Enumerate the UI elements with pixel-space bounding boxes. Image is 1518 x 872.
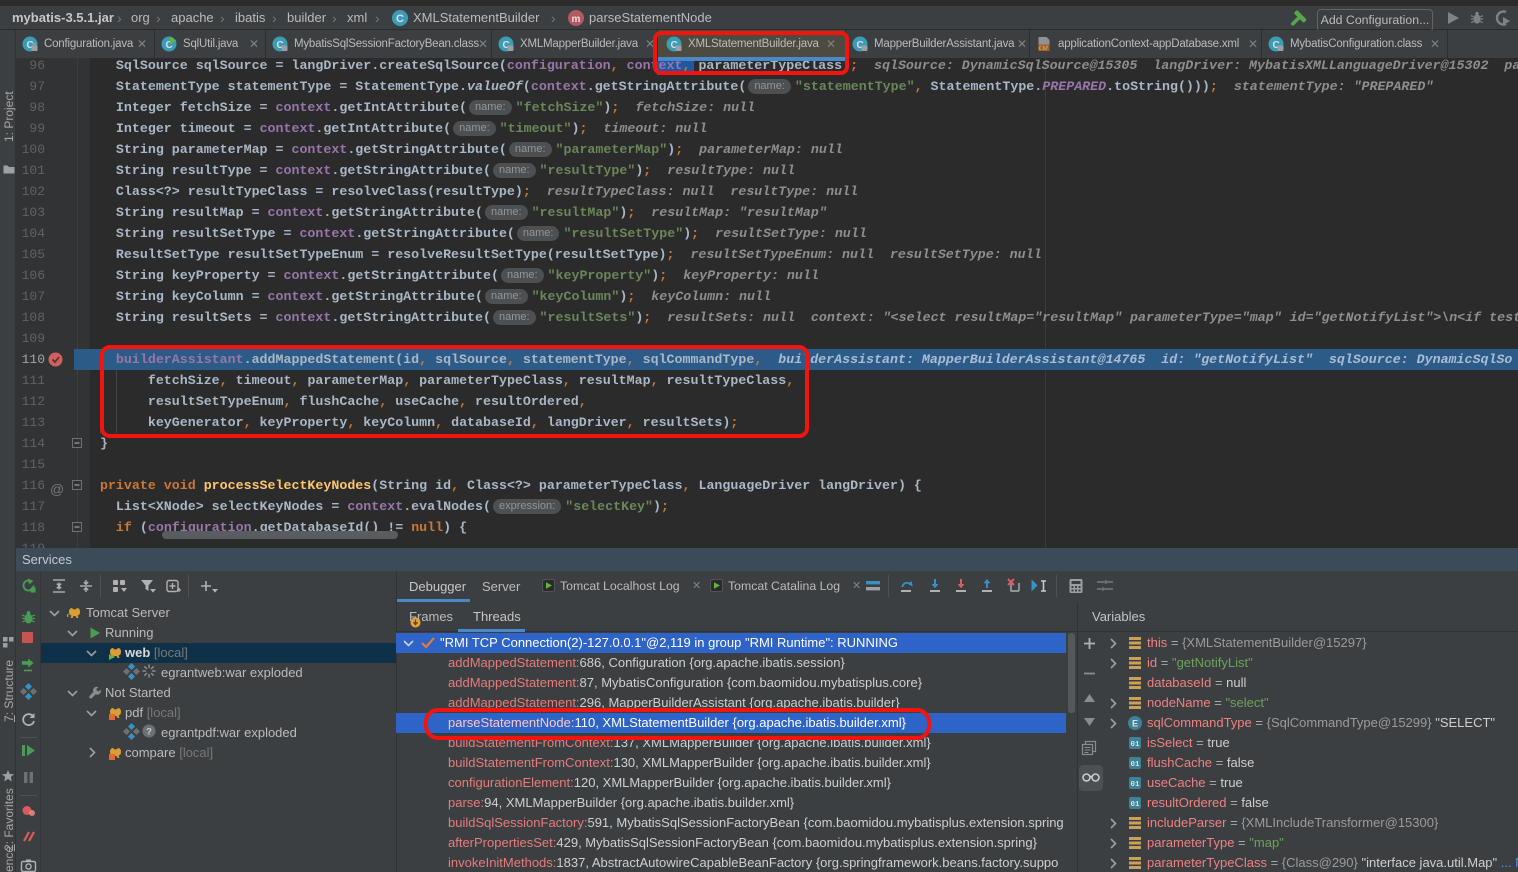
svg-text:01: 01: [1130, 801, 1140, 809]
svg-text:01: 01: [1130, 761, 1140, 769]
svg-text:E: E: [1132, 719, 1138, 729]
svg-text:?: ?: [146, 727, 152, 738]
svg-text:01: 01: [1130, 741, 1140, 749]
svg-text:01: 01: [1130, 781, 1140, 789]
svg-text:C: C: [396, 13, 404, 25]
svg-text:m: m: [572, 14, 581, 25]
